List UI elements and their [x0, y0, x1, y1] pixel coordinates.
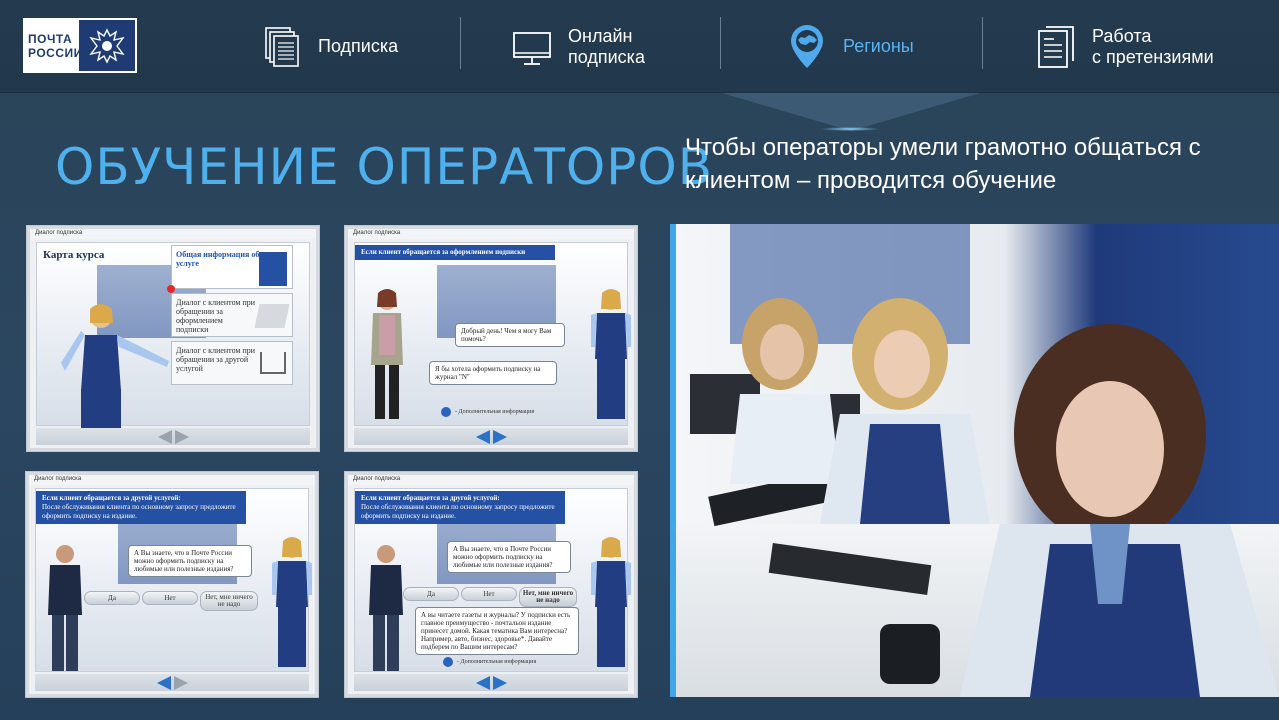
pochta-rossii-logo[interactable]: ПОЧТА РОССИИ: [23, 18, 137, 73]
slide-banner-title: Если клиент обращается за другой услугой…: [361, 494, 500, 502]
nav-divider: [982, 17, 983, 69]
speech-bubble-client: Я бы хотела оформить подписку на журнал …: [429, 361, 557, 385]
page-subtitle: Чтобы операторы умели грамотно общаться …: [685, 134, 1201, 194]
logo-wordmark: ПОЧТА РОССИИ: [25, 20, 83, 71]
slide-stage: Если клиент обращается за другой услугой…: [35, 488, 312, 672]
course-menu-item-general[interactable]: Общая информация об услуге: [171, 245, 293, 289]
client-man-figure: [48, 545, 82, 671]
slide-banner-title: Если клиент обращается за другой услугой…: [42, 494, 181, 502]
operator-woman-figure: [591, 289, 631, 419]
monitor-icon: [512, 24, 552, 70]
previous-arrow-icon[interactable]: [475, 429, 490, 444]
info-icon: [443, 657, 453, 667]
additional-info-label: - Дополнительная информация: [457, 659, 537, 665]
nav-online-subscription[interactable]: Онлайн подписка: [512, 0, 645, 93]
info-icon: [441, 407, 451, 417]
course-menu-label: Диалог с клиентом при обращении за друго…: [176, 346, 256, 373]
cursor-pointer-icon: [167, 285, 175, 293]
slide-title: Карта курса: [43, 249, 105, 261]
slide-stage: Если клиент обращается за оформлением по…: [354, 242, 631, 426]
slide-banner: Если клиент обращается за другой услугой…: [36, 491, 246, 524]
course-menu-item-subscription-dialog[interactable]: Диалог с клиентом при обращении за оформ…: [171, 293, 293, 337]
slide-stage: Карта курса Общая информация об услуге Д…: [36, 242, 310, 433]
documents-stack-icon: [262, 24, 302, 70]
top-navigation-bar: ПОЧТА РОССИИ Подписка Онлайн подписка Ре…: [0, 0, 1279, 93]
course-menu-item-other-service-dialog[interactable]: Диалог с клиентом при обращении за друго…: [171, 341, 293, 385]
additional-info-label: - Дополнительная информация: [455, 409, 535, 415]
course-menu-label: Общая информация об услуге: [176, 250, 260, 268]
nav-regions[interactable]: Регионы: [787, 0, 914, 93]
document-thumbnail-icon: [259, 252, 287, 286]
next-arrow-icon[interactable]: [492, 429, 507, 444]
claims-document-icon: [1036, 24, 1076, 70]
previous-arrow-icon[interactable]: [475, 675, 490, 690]
next-arrow-icon[interactable]: [492, 675, 507, 690]
slide-navigation: [35, 674, 309, 691]
next-arrow-icon[interactable]: [174, 429, 189, 444]
slide-navigation: [36, 428, 310, 445]
nav-label-claims: Работа с претензиями: [1092, 25, 1214, 67]
slide-navigation: [354, 674, 628, 691]
client-woman-figure: [371, 289, 403, 419]
nav-label-subscription: Подписка: [318, 36, 399, 56]
answer-option-no-nothing[interactable]: Нет, мне ничего не надо: [200, 591, 258, 611]
photo-accent-bar: [670, 224, 676, 697]
slide-header: Диалог подписка: [30, 229, 316, 239]
answer-option-yes[interactable]: Да: [84, 591, 140, 605]
logo-line-1: ПОЧТА: [28, 32, 73, 46]
speech-bubble-operator: А Вы знаете, что в Почте России можно оф…: [447, 541, 571, 573]
additional-info-hint[interactable]: - Дополнительная информация: [443, 657, 536, 667]
nav-divider: [460, 17, 461, 69]
slide-header: Диалог подписка: [348, 475, 634, 485]
answer-option-no[interactable]: Нет: [142, 591, 198, 605]
eagle-emblem-icon: [79, 20, 135, 71]
operator-woman-figure: [272, 537, 312, 667]
slide-stage: Если клиент обращается за другой услугой…: [354, 488, 631, 672]
slide-navigation: [354, 428, 628, 445]
nav-claims[interactable]: Работа с претензиями: [1036, 0, 1214, 93]
shopping-cart-icon: [260, 352, 286, 374]
slide-banner: Если клиент обращается за оформлением по…: [355, 245, 555, 260]
page-title: ОБУЧЕНИЕ ОПЕРАТОРОВ: [55, 138, 714, 196]
logo-line-2: РОССИИ: [28, 46, 83, 60]
slide-banner-text: После обслуживания клиента по основному …: [361, 503, 555, 520]
answer-option-no-nothing[interactable]: Нет, мне ничего не надо: [519, 587, 577, 607]
training-slide-course-map[interactable]: Диалог подписка Карта курса Общая информ…: [27, 226, 319, 451]
course-menu-label: Диалог с клиентом при обращении за оформ…: [176, 298, 256, 334]
slide-banner-text: После обслуживания клиента по основному …: [42, 503, 236, 520]
training-slide-other-service-dialog[interactable]: Диалог подписка Если клиент обращается з…: [26, 472, 318, 697]
newspapers-icon: [254, 304, 290, 328]
additional-info-hint[interactable]: - Дополнительная информация: [441, 407, 534, 417]
answer-option-yes[interactable]: Да: [403, 587, 459, 601]
operator-woman-figure: [591, 537, 631, 667]
map-pin-russia-icon: [787, 24, 827, 70]
operators-training-photo: [670, 224, 1279, 697]
operator-woman-figure: [61, 304, 169, 433]
photo-illustration: [670, 224, 1279, 697]
speech-bubble-operator-answer: А вы читаете газеты и журналы? У подписк…: [415, 607, 579, 655]
answer-option-no[interactable]: Нет: [461, 587, 517, 601]
slide-header: Диалог подписка: [29, 475, 315, 485]
active-nav-pointer: [722, 93, 980, 131]
client-man-figure: [369, 545, 403, 671]
previous-arrow-icon[interactable]: [156, 675, 171, 690]
slide-header: Диалог подписка: [348, 229, 634, 239]
nav-divider: [720, 17, 721, 69]
speech-bubble-operator: А Вы знаете, что в Почте России можно оф…: [128, 545, 252, 577]
slide-banner: Если клиент обращается за другой услугой…: [355, 491, 565, 524]
previous-arrow-icon[interactable]: [157, 429, 172, 444]
nav-label-online-subscription: Онлайн подписка: [568, 25, 645, 67]
nav-label-regions: Регионы: [843, 36, 914, 56]
speech-bubble-operator: Добрый день! Чем я могу Вам помочь?: [455, 323, 565, 347]
training-slide-other-service-answer[interactable]: Диалог подписка Если клиент обращается з…: [345, 472, 637, 697]
training-slide-subscription-dialog[interactable]: Диалог подписка Если клиент обращается з…: [345, 226, 637, 451]
next-arrow-icon[interactable]: [173, 675, 188, 690]
nav-subscription[interactable]: Подписка: [262, 0, 398, 93]
